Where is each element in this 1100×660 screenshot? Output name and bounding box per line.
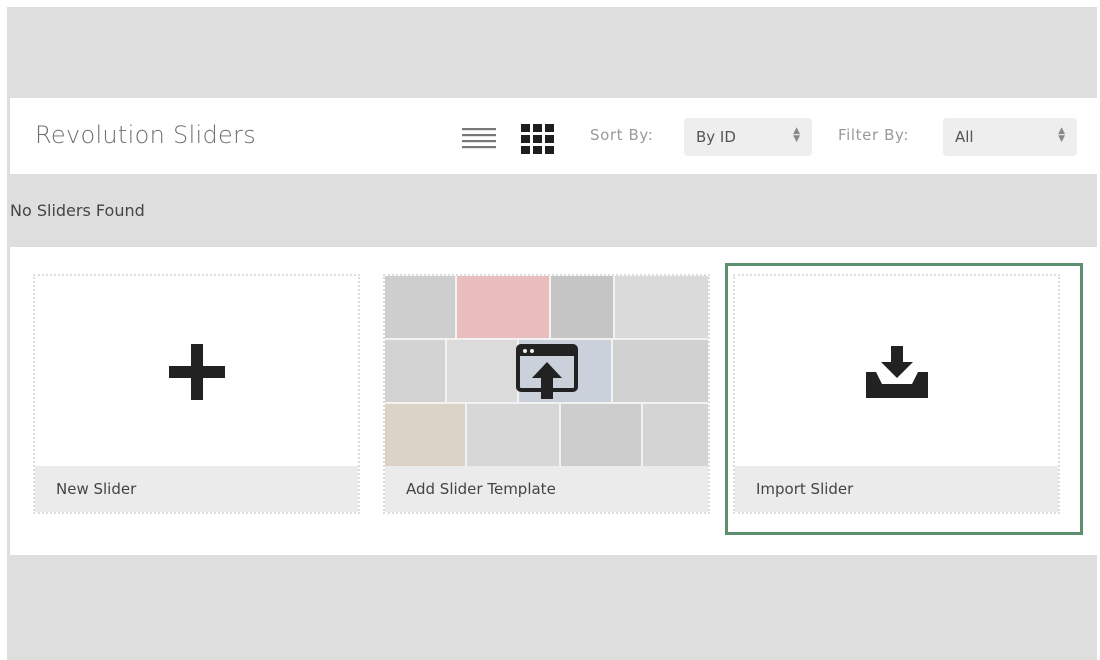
filter-by-label: Filter By:	[838, 126, 910, 144]
template-icon-area	[385, 276, 708, 468]
add-slider-template-card[interactable]: Add Slider Template	[383, 274, 710, 514]
page-title: Revolution Sliders	[35, 121, 257, 149]
select-arrows-icon: ▲ ▼	[1058, 126, 1065, 144]
slider-cards-panel: New Slider Add Slider Template Import Sl…	[10, 247, 1100, 555]
card-footer: New Slider	[35, 466, 358, 512]
sort-by-select[interactable]: By ID ▲ ▼	[684, 118, 812, 156]
import-download-icon	[865, 346, 928, 398]
no-sliders-message: No Sliders Found	[10, 201, 145, 220]
sort-by-label: Sort By:	[590, 126, 654, 144]
sliders-header: Revolution Sliders Sort By: By ID ▲ ▼ Fil…	[10, 98, 1100, 174]
filter-by-select[interactable]: All ▲ ▼	[943, 118, 1077, 156]
card-label: Add Slider Template	[406, 480, 556, 498]
template-upload-icon	[515, 344, 578, 399]
card-label: Import Slider	[756, 480, 854, 498]
select-arrows-icon: ▲ ▼	[793, 126, 800, 144]
list-view-icon[interactable]	[462, 127, 496, 151]
card-label: New Slider	[56, 480, 137, 498]
card-footer: Add Slider Template	[385, 466, 708, 512]
import-icon-area	[735, 276, 1058, 468]
import-slider-card[interactable]: Import Slider	[733, 274, 1060, 514]
new-slider-icon-area	[35, 276, 358, 468]
plus-icon	[168, 344, 225, 400]
filter-by-value: All	[955, 128, 974, 146]
grid-view-icon[interactable]	[521, 124, 555, 154]
card-footer: Import Slider	[735, 466, 1058, 512]
new-slider-card[interactable]: New Slider	[33, 274, 360, 514]
sort-by-value: By ID	[696, 128, 736, 146]
